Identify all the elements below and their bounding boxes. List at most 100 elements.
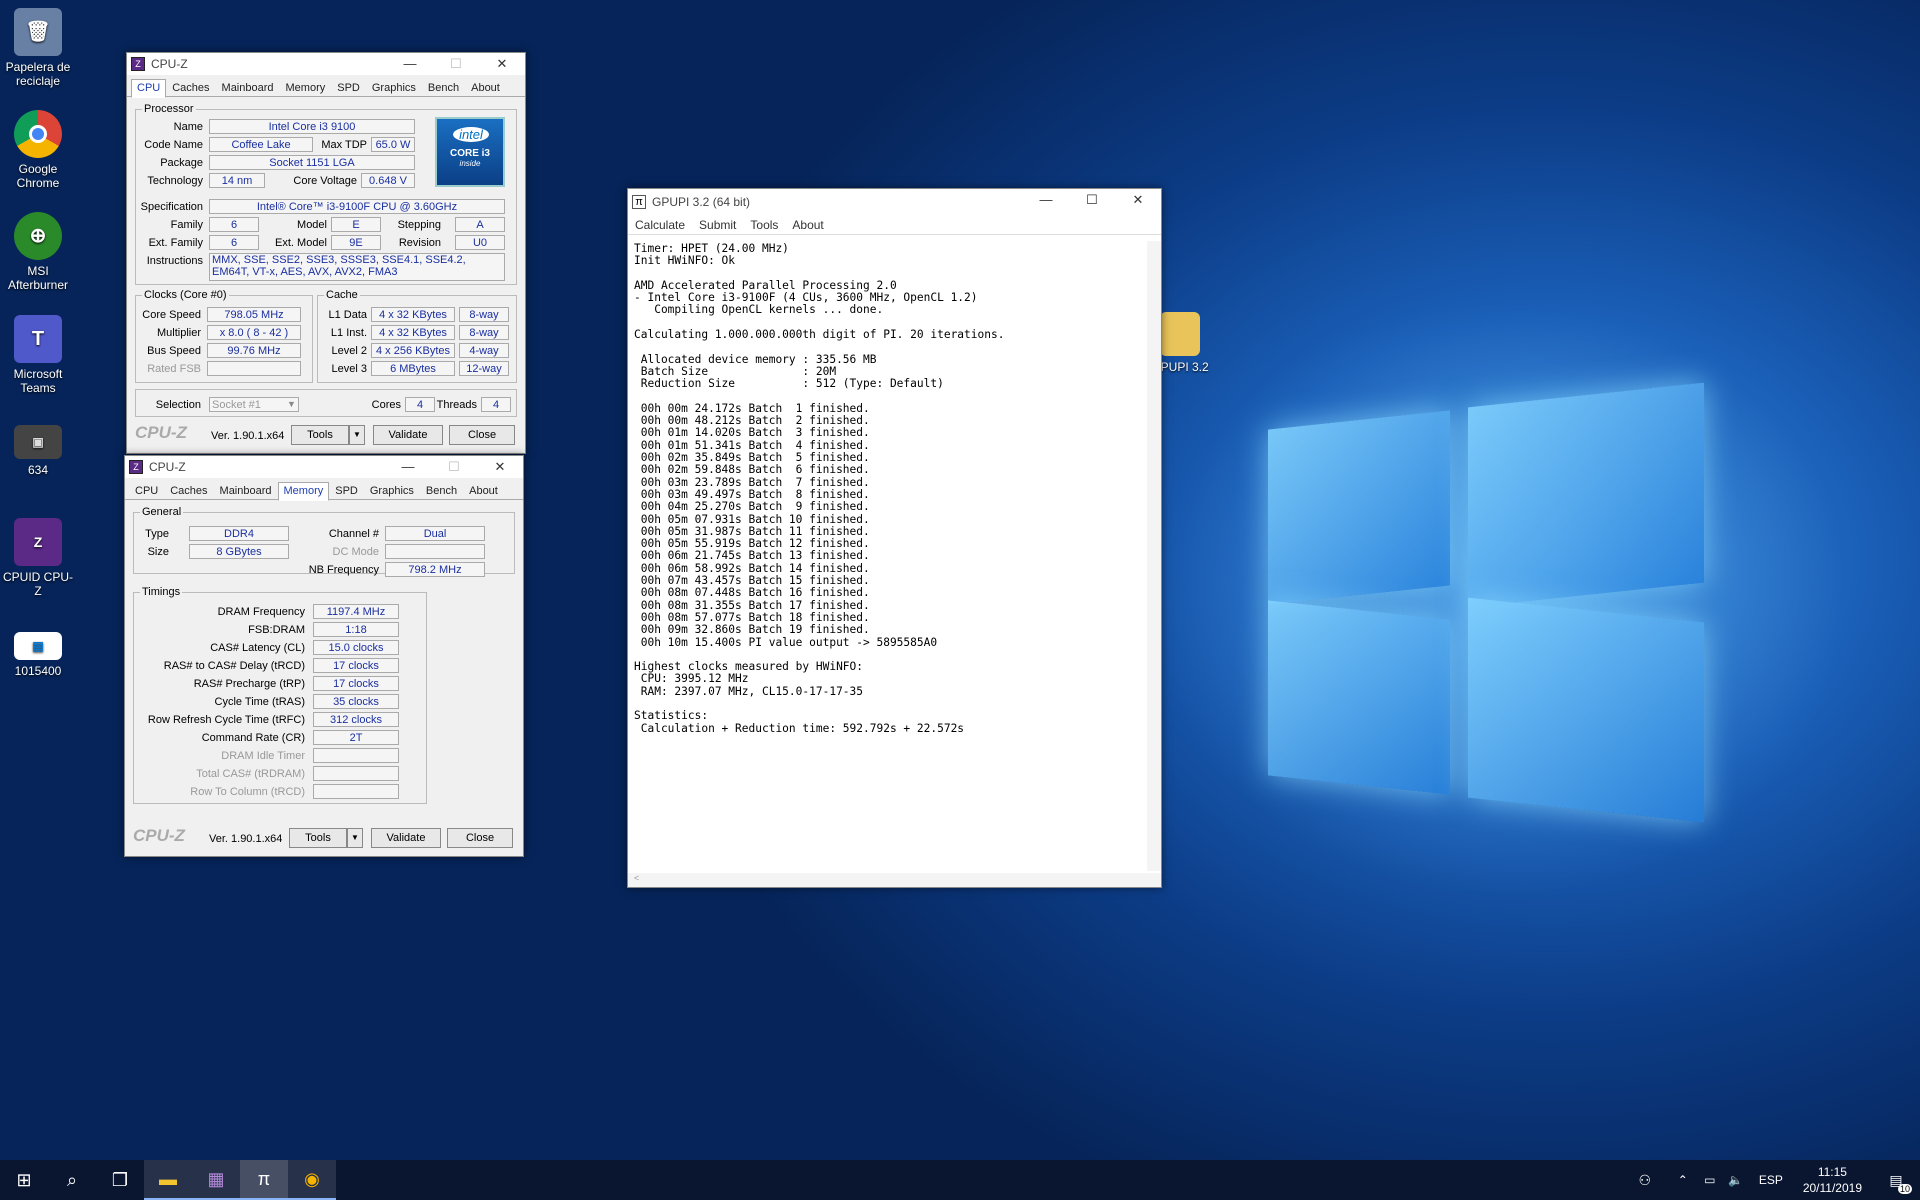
validate-button[interactable]: Validate: [373, 425, 443, 445]
tab-mainboard[interactable]: Mainboard: [214, 482, 278, 500]
threads-value: 4: [481, 397, 511, 412]
field-label: Family: [170, 219, 203, 231]
chrome-taskbar-icon[interactable]: ◉: [288, 1160, 336, 1200]
tab-spd[interactable]: SPD: [331, 79, 366, 97]
cpu-name-value: Intel Core i3 9100: [209, 119, 415, 134]
tab-memory[interactable]: Memory: [277, 482, 330, 501]
tab-mainboard[interactable]: Mainboard: [216, 79, 280, 97]
horizontal-scrollbar[interactable]: <: [628, 873, 1161, 887]
timing-value: [313, 748, 399, 763]
corevoltage-value: 0.648 V: [361, 173, 415, 188]
field-label: Selection: [155, 399, 201, 411]
people-icon[interactable]: ⚇: [1621, 1160, 1669, 1200]
tab-about[interactable]: About: [465, 79, 506, 97]
field-label: Size: [147, 546, 169, 558]
start-button[interactable]: ⊞: [0, 1160, 48, 1200]
gpupi-taskbar-icon[interactable]: π: [240, 1160, 288, 1200]
cpuz-window-memory[interactable]: Z CPU-Z — ☐ ✕ CPU Caches Mainboard Memory SPD Gr…: [124, 455, 524, 857]
tab-caches[interactable]: Caches: [166, 79, 215, 97]
clock-time: 11:15: [1817, 1165, 1847, 1179]
rated-fsb-value: [207, 361, 301, 376]
timing-label: Row Refresh Cycle Time (tRFC): [147, 714, 305, 726]
tab-cpu[interactable]: CPU: [131, 79, 167, 98]
cores-value: 4: [405, 397, 435, 412]
tab-bench[interactable]: Bench: [422, 79, 465, 97]
language-indicator[interactable]: ESP: [1759, 1173, 1783, 1187]
timing-value: 1:18: [313, 622, 399, 637]
tab-panel: Processor Name Intel Core i3 9100 Code N…: [131, 101, 521, 447]
image-file-icon: ▤: [14, 632, 62, 660]
tab-about[interactable]: About: [463, 482, 504, 500]
desktop-icon-cpuz[interactable]: Z CPUID CPU-Z: [0, 518, 76, 598]
menu-calculate[interactable]: Calculate: [628, 218, 692, 232]
tools-button[interactable]: Tools: [289, 828, 347, 848]
l1-data-ways: 8-way: [459, 307, 509, 322]
menu-tools[interactable]: Tools: [743, 218, 785, 232]
desktop-icon-recycle-bin[interactable]: 🗑 Papelera de reciclaje: [0, 8, 76, 88]
menu-about[interactable]: About: [785, 218, 830, 232]
tab-bench[interactable]: Bench: [420, 482, 463, 500]
cpuz-window-cpu[interactable]: Z CPU-Z — ☐ ✕ CPU Caches Mainboard Memory SPD Gr…: [126, 52, 526, 454]
stepping-value: A: [455, 217, 505, 232]
wallpaper-pane: [1468, 597, 1704, 823]
network-icon[interactable]: ▭: [1697, 1160, 1723, 1200]
close-icon[interactable]: ✕: [477, 456, 523, 478]
file-explorer-icon[interactable]: ▬: [144, 1160, 192, 1200]
desktop-icon-afterburner[interactable]: ⊕ MSI Afterburner: [0, 212, 76, 292]
tab-cpu[interactable]: CPU: [129, 482, 164, 500]
timing-value: 2T: [313, 730, 399, 745]
timing-value: [313, 784, 399, 799]
close-button[interactable]: Close: [447, 828, 513, 848]
tab-graphics[interactable]: Graphics: [364, 482, 420, 500]
clock[interactable]: 11:15 20/11/2019: [1803, 1164, 1862, 1196]
teams-icon: T: [14, 315, 62, 363]
menu-submit[interactable]: Submit: [692, 218, 743, 232]
chevron-down-icon[interactable]: ▼: [287, 399, 296, 409]
multiplier-value: x 8.0 ( 8 - 42 ): [207, 325, 301, 340]
desktop-icon-634[interactable]: ▣ 634: [0, 425, 76, 477]
tools-dropdown-button[interactable]: ▼: [347, 828, 363, 848]
timing-label: CAS# Latency (CL): [210, 642, 305, 654]
desktop-icon-teams[interactable]: T Microsoft Teams: [0, 315, 76, 395]
close-icon[interactable]: ✕: [479, 53, 525, 75]
vertical-scrollbar[interactable]: [1147, 241, 1161, 871]
task-view-icon[interactable]: ❐: [96, 1160, 144, 1200]
group-legend: Processor: [144, 103, 194, 115]
minimize-button[interactable]: —: [1023, 189, 1069, 215]
tab-memory[interactable]: Memory: [280, 79, 332, 97]
timing-value: 15.0 clocks: [313, 640, 399, 655]
maximize-button[interactable]: ☐: [433, 53, 479, 75]
close-button[interactable]: Close: [449, 425, 515, 445]
title-bar[interactable]: π GPUPI 3.2 (64 bit) — ☐ ✕: [628, 189, 1161, 215]
field-label: Instructions: [146, 255, 203, 267]
recycle-bin-icon: 🗑: [14, 8, 62, 56]
maximize-button[interactable]: ☐: [1069, 189, 1115, 215]
tab-spd[interactable]: SPD: [329, 482, 364, 500]
tab-caches[interactable]: Caches: [164, 482, 213, 500]
volume-icon[interactable]: 🔈: [1723, 1160, 1749, 1200]
cpuz-taskbar-icon[interactable]: ▦: [192, 1160, 240, 1200]
gpupi-window[interactable]: π GPUPI 3.2 (64 bit) — ☐ ✕ Calculate Submit T…: [627, 188, 1162, 888]
tab-graphics[interactable]: Graphics: [366, 79, 422, 97]
search-icon[interactable]: ⌕: [48, 1160, 96, 1200]
close-icon[interactable]: ✕: [1115, 189, 1161, 215]
timing-label: FSB:DRAM: [248, 624, 305, 636]
chevron-up-icon[interactable]: ⌃: [1669, 1160, 1697, 1200]
title-bar[interactable]: Z CPU-Z — ☐ ✕: [127, 53, 525, 75]
minimize-button[interactable]: —: [387, 53, 433, 75]
minimize-button[interactable]: —: [385, 456, 431, 478]
maximize-button[interactable]: ☐: [431, 456, 477, 478]
desktop-icon-1015400[interactable]: ▤ 1015400: [0, 632, 76, 678]
desktop-icon-chrome[interactable]: Google Chrome: [0, 110, 76, 190]
notification-icon[interactable]: ▤ 10: [1872, 1160, 1920, 1200]
title-bar[interactable]: Z CPU-Z — ☐ ✕: [125, 456, 523, 478]
field-label: Bus Speed: [147, 345, 201, 357]
validate-button[interactable]: Validate: [371, 828, 441, 848]
window-title: CPU-Z: [149, 460, 186, 474]
timing-value: 1197.4 MHz: [313, 604, 399, 619]
tools-dropdown-button[interactable]: ▼: [349, 425, 365, 445]
socket-select[interactable]: Socket #1: [209, 397, 299, 412]
family-value: 6: [209, 217, 259, 232]
tools-button[interactable]: Tools: [291, 425, 349, 445]
output-log: Timer: HPET (24.00 MHz) Init HWiNFO: Ok …: [634, 243, 1005, 735]
